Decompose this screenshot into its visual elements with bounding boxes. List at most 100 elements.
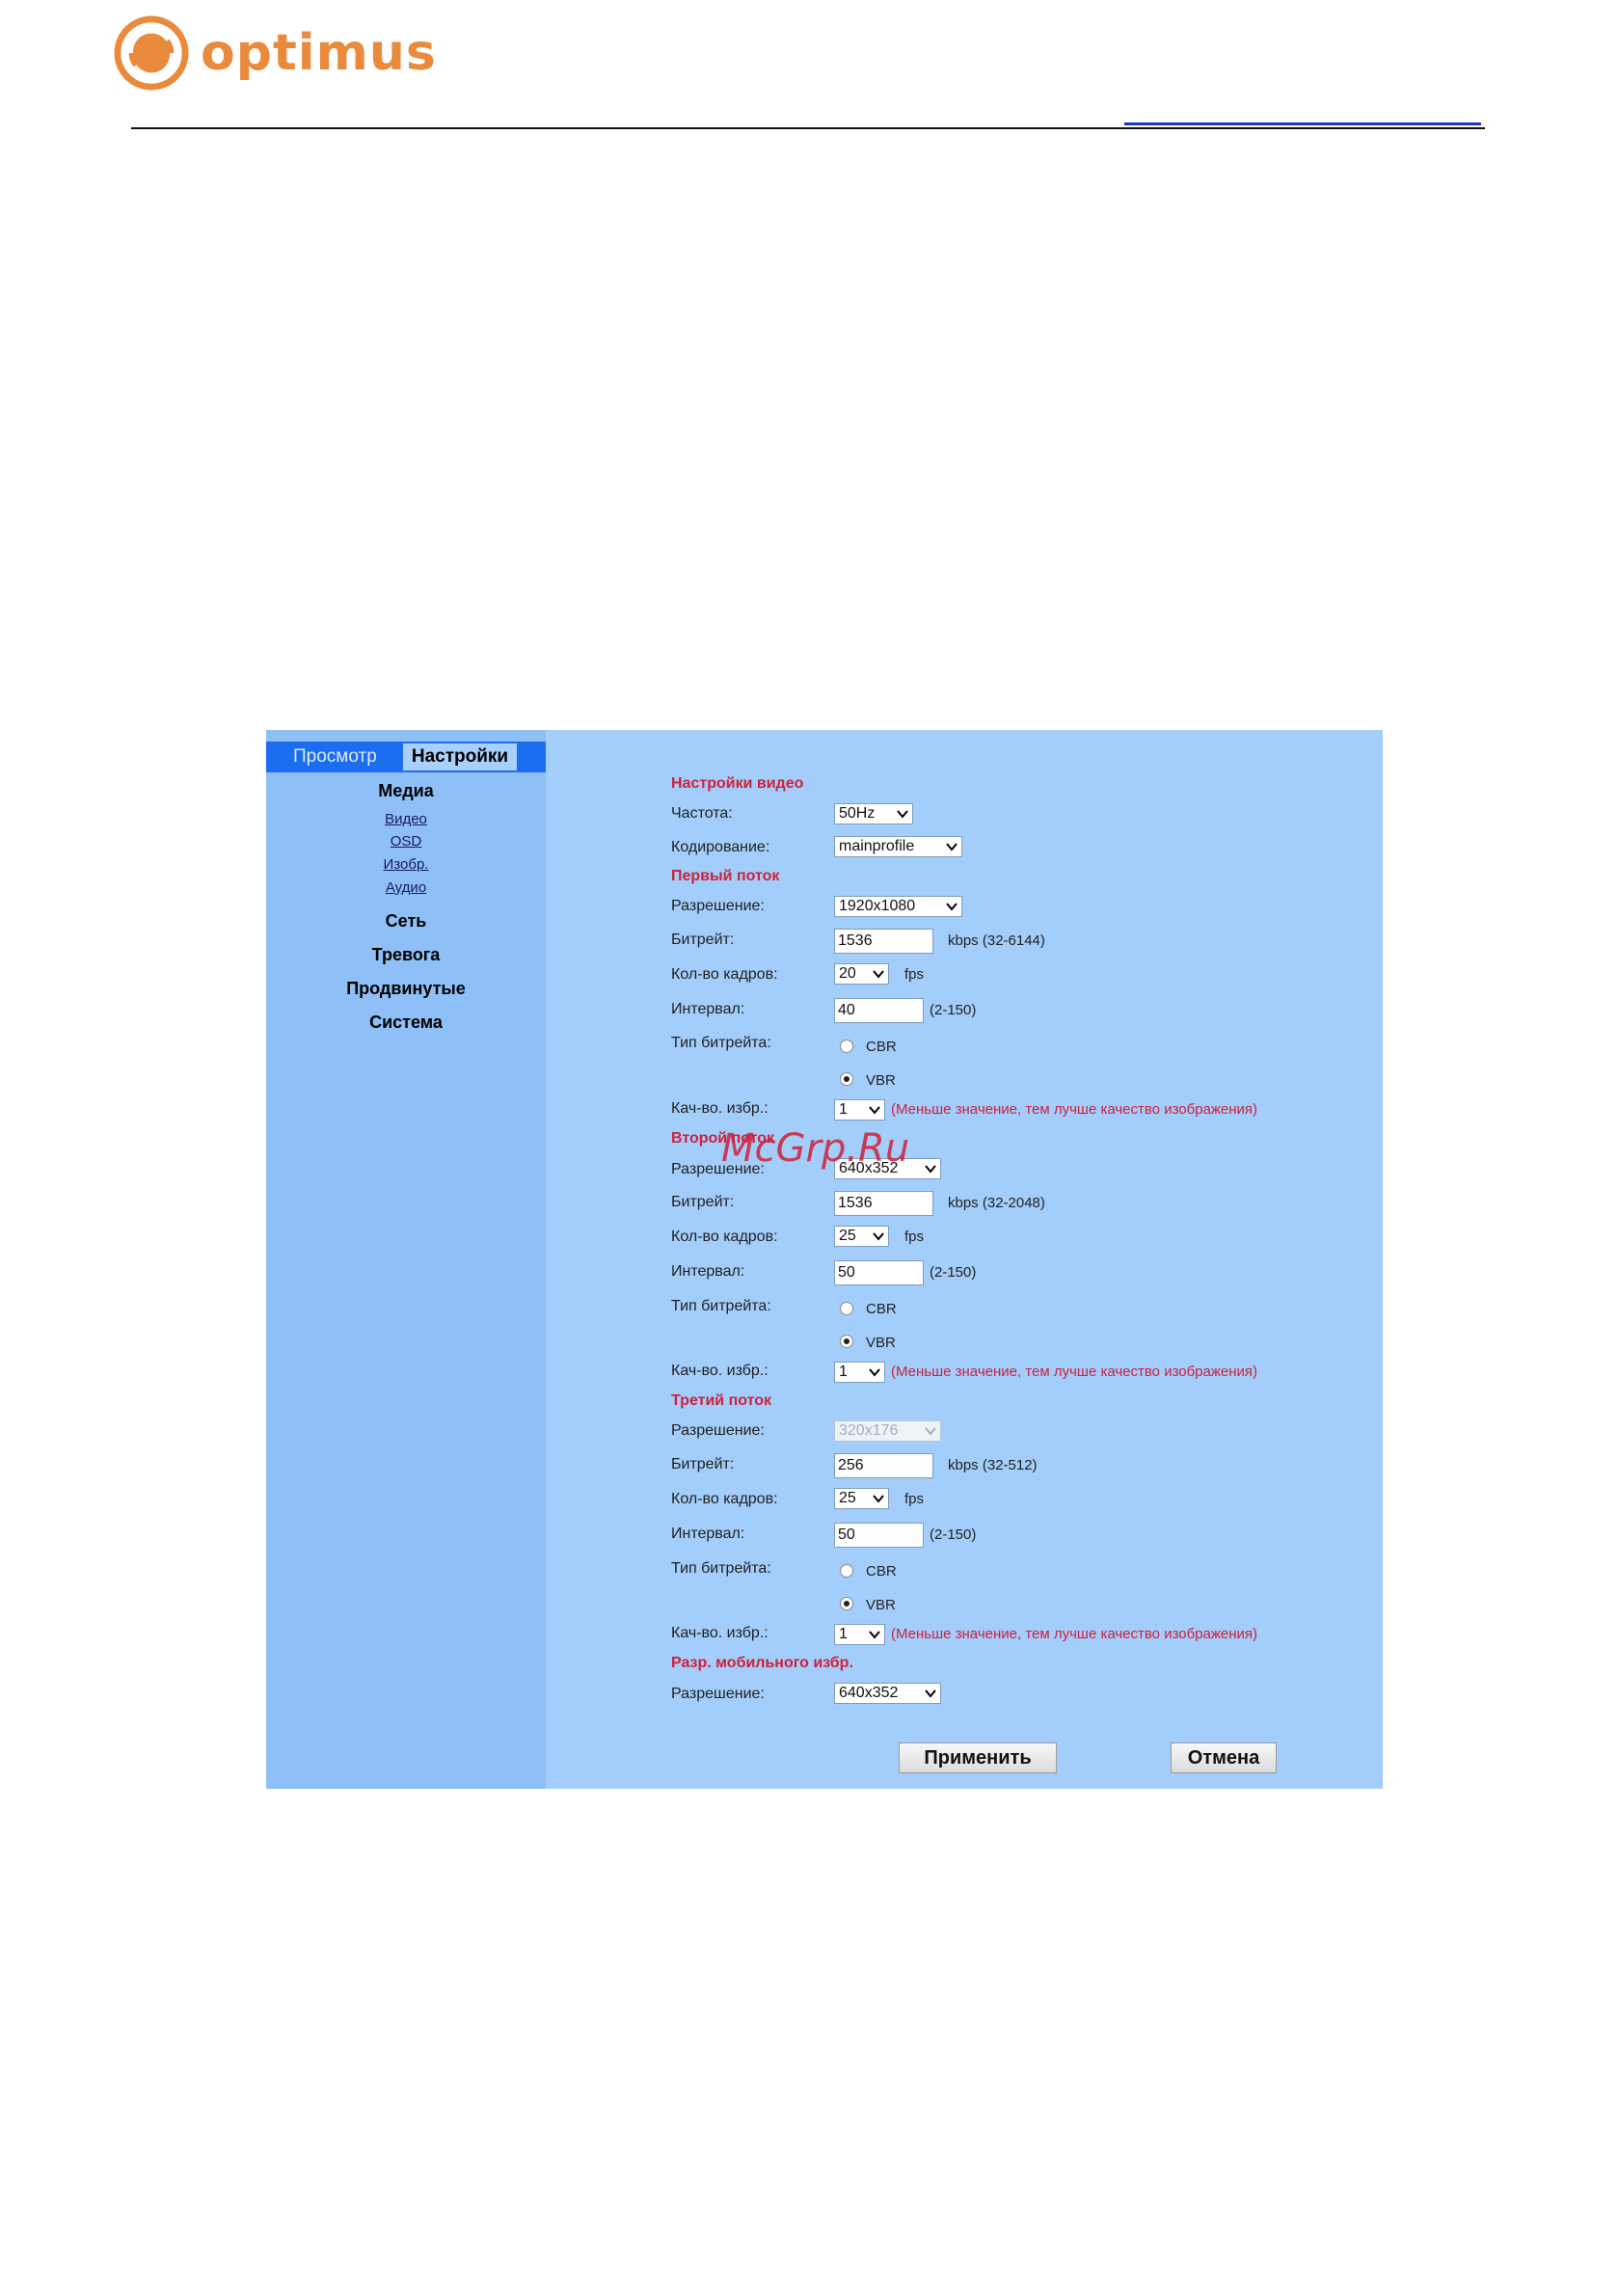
s2-interval-input[interactable]: 50 [834, 1260, 924, 1285]
s1-cbr-label: CBR [866, 1039, 897, 1055]
s3-quality-select[interactable]: 1 [834, 1624, 885, 1645]
s2-bitrate-unit: kbps (32-2048) [948, 1195, 1045, 1211]
s3-resolution-label: Разрешение: [671, 1422, 765, 1439]
s3-bitrate-input[interactable]: 256 [834, 1453, 933, 1478]
s3-cbr-label: CBR [866, 1563, 897, 1580]
camera-settings-screenshot: Просмотр Настройки Медиа Видео OSD Изобр… [266, 730, 1383, 1789]
chevron-down-icon [925, 1165, 936, 1174]
s1-quality-value: 1 [839, 1101, 848, 1118]
frequency-label: Частота: [671, 805, 733, 822]
s2-interval-range: (2-150) [930, 1264, 977, 1281]
s3-quality-label: Кач-во. избр.: [671, 1625, 769, 1641]
mobile-resolution-label: Разрешение: [671, 1686, 765, 1702]
chevron-down-icon [873, 970, 884, 979]
sidebar-item-system[interactable]: Система [266, 1013, 546, 1033]
apply-button[interactable]: Применить [899, 1742, 1057, 1773]
s3-quality-hint: (Меньше значение, тем лучше качество изо… [891, 1626, 1258, 1642]
cancel-button[interactable]: Отмена [1171, 1742, 1277, 1773]
top-tab-bar: Просмотр Настройки [266, 742, 546, 772]
s1-bitrate-input[interactable]: 1536 [834, 929, 933, 954]
sidebar-item-media[interactable]: Медиа [266, 781, 546, 801]
s2-vbr-radio[interactable] [840, 1335, 853, 1348]
s1-bitrate-type-label: Тип битрейта: [671, 1035, 771, 1051]
chevron-down-icon [869, 1106, 880, 1115]
s1-vbr-radio[interactable] [840, 1072, 853, 1086]
brand-name: optimus [201, 24, 437, 82]
s3-fps-select[interactable]: 25 [834, 1488, 889, 1509]
s1-resolution-select[interactable]: 1920x1080 [834, 896, 962, 917]
s1-fps-label: Кол-во кадров: [671, 966, 778, 983]
brand-logo: optimus [114, 15, 437, 91]
s3-fps-value: 25 [839, 1490, 856, 1506]
s2-bitrate-input[interactable]: 1536 [834, 1191, 933, 1216]
section-first-stream: Первый поток [671, 868, 780, 884]
chevron-down-icon [925, 1427, 936, 1436]
chevron-down-icon [873, 1232, 884, 1241]
section-video-settings: Настройки видео [671, 775, 804, 792]
sidebar-subitem-osd[interactable]: OSD [266, 833, 546, 850]
s3-interval-input[interactable]: 50 [834, 1523, 924, 1548]
s2-bitrate-label: Битрейт: [671, 1194, 735, 1210]
sidebar-item-advanced[interactable]: Продвинутые [266, 979, 546, 999]
s2-quality-value: 1 [839, 1364, 848, 1380]
s3-fps-label: Кол-во кадров: [671, 1491, 778, 1507]
s1-fps-select[interactable]: 20 [834, 963, 889, 985]
s2-cbr-radio[interactable] [840, 1302, 853, 1315]
chevron-down-icon [946, 843, 957, 851]
sidebar-item-alarm[interactable]: Тревога [266, 945, 546, 965]
s2-quality-hint: (Меньше значение, тем лучше качество изо… [891, 1364, 1258, 1380]
s3-resolution-select: 320x176 [834, 1420, 941, 1442]
encoding-label: Кодирование: [671, 839, 770, 855]
s2-interval-label: Интервал: [671, 1263, 745, 1280]
s1-interval-range: (2-150) [930, 1002, 977, 1018]
s1-interval-input[interactable]: 40 [834, 998, 924, 1023]
s2-quality-select[interactable]: 1 [834, 1362, 885, 1383]
s2-bitrate-type-label: Тип битрейта: [671, 1298, 771, 1314]
s2-cbr-label: CBR [866, 1301, 897, 1317]
section-mobile-resolution: Разр. мобильного избр. [671, 1655, 853, 1671]
header-link-underline[interactable] [1124, 122, 1481, 125]
chevron-down-icon [873, 1495, 884, 1503]
chevron-down-icon [869, 1631, 880, 1639]
s3-quality-value: 1 [839, 1626, 848, 1642]
s2-quality-label: Кач-во. избр.: [671, 1363, 769, 1379]
encoding-select[interactable]: mainprofile [834, 836, 962, 857]
s1-cbr-radio[interactable] [840, 1040, 853, 1053]
sidebar-subitem-video[interactable]: Видео [266, 811, 546, 827]
mobile-resolution-value: 640x352 [839, 1685, 899, 1701]
frequency-value: 50Hz [839, 805, 876, 822]
sidebar-subitem-image[interactable]: Изобр. [266, 856, 546, 873]
s1-fps-value: 20 [839, 965, 856, 982]
s3-vbr-radio[interactable] [840, 1597, 853, 1610]
s1-quality-select[interactable]: 1 [834, 1099, 885, 1121]
s1-quality-hint: (Меньше значение, тем лучше качество изо… [891, 1101, 1258, 1118]
s1-fps-unit: fps [904, 966, 925, 983]
watermark: McGrp.Ru [721, 1126, 910, 1171]
mobile-resolution-select[interactable]: 640x352 [834, 1683, 941, 1704]
s1-resolution-value: 1920x1080 [839, 898, 916, 914]
s1-bitrate-label: Битрейт: [671, 932, 735, 948]
tab-settings[interactable]: Настройки [403, 743, 517, 770]
s1-interval-label: Интервал: [671, 1001, 745, 1017]
s3-fps-unit: fps [904, 1491, 925, 1507]
sidebar: Просмотр Настройки Медиа Видео OSD Изобр… [266, 730, 546, 1789]
s2-fps-unit: fps [904, 1229, 925, 1245]
chevron-down-icon [925, 1689, 936, 1698]
encoding-value: mainprofile [839, 838, 915, 854]
s3-cbr-radio[interactable] [840, 1564, 853, 1578]
s1-resolution-label: Разрешение: [671, 898, 765, 914]
s2-vbr-label: VBR [866, 1335, 896, 1351]
tab-preview[interactable]: Просмотр [293, 742, 377, 772]
frequency-select[interactable]: 50Hz [834, 803, 913, 824]
chevron-down-icon [946, 903, 957, 911]
s3-bitrate-label: Битрейт: [671, 1456, 735, 1472]
sidebar-subitem-audio[interactable]: Аудио [266, 879, 546, 896]
s1-vbr-label: VBR [866, 1072, 896, 1089]
s2-fps-select[interactable]: 25 [834, 1226, 889, 1247]
s1-bitrate-unit: kbps (32-6144) [948, 932, 1045, 949]
s3-vbr-label: VBR [866, 1597, 896, 1613]
sidebar-item-network[interactable]: Сеть [266, 911, 546, 932]
optimus-logo-icon [114, 15, 189, 91]
s3-interval-label: Интервал: [671, 1526, 745, 1542]
s3-bitrate-type-label: Тип битрейта: [671, 1560, 771, 1577]
